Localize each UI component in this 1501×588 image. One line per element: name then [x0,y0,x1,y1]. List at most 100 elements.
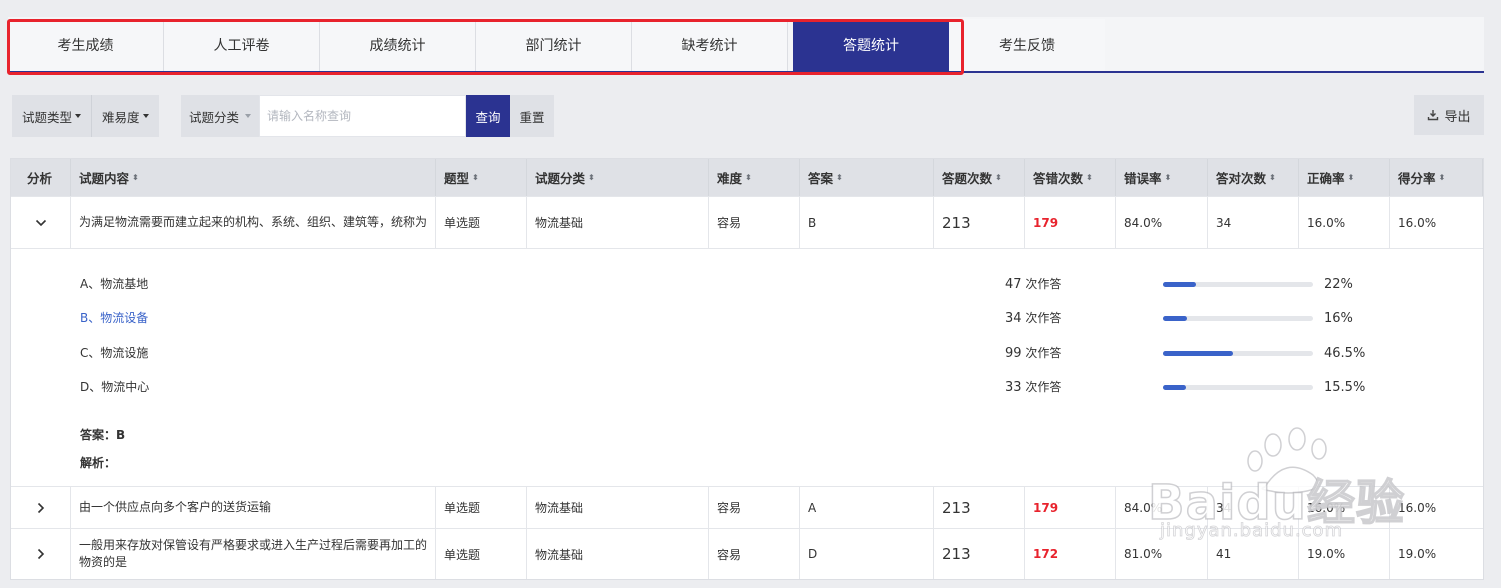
chevron-right-icon [37,548,44,560]
question-type-dropdown[interactable]: 试题类型 [12,95,92,137]
col-correct-rate[interactable]: 正确率 ⬍ [1299,159,1390,196]
option-c-percent: 46.5% [1324,346,1366,361]
chevron-right-icon [37,502,44,513]
filter-group-left: 试题类型 难易度 [12,95,159,137]
col-qtype[interactable]: 题型 ⬍ [436,159,527,196]
question-difficulty: 容易 [709,197,800,248]
tab-manual-grading[interactable]: 人工评卷 [164,19,320,71]
question-difficulty: 容易 [709,487,800,528]
option-b-progress [1163,316,1313,321]
table-row: 由一个供应点向多个客户的送货运输 单选题 物流基础 容易 A 213 179 8… [11,487,1483,529]
col-category[interactable]: 试题分类 ⬍ [527,159,709,196]
col-attempts[interactable]: 答题次数 ⬍ [934,159,1025,196]
option-b-percent: 16% [1324,311,1353,326]
question-type: 单选题 [436,487,527,528]
difficulty-dropdown[interactable]: 难易度 [91,95,159,137]
error-rate: 84.0% [1116,197,1208,248]
question-difficulty: 容易 [709,529,800,579]
sort-icon: ⬍ [1269,173,1276,182]
question-type: 单选题 [436,197,527,248]
wrong-count: 172 [1025,529,1116,579]
tab-exam-scores[interactable]: 考生成绩 [8,19,164,71]
col-error-rate[interactable]: 错误率 ⬍ [1116,159,1208,196]
sort-icon: ⬍ [1438,173,1446,182]
question-category: 物流基础 [527,197,709,248]
col-difficulty[interactable]: 难度 ⬍ [709,159,800,196]
attempt-count: 213 [934,487,1025,528]
question-answer: D [800,529,934,579]
sort-icon: ⬍ [995,173,1002,182]
table-row: 一般用来存放对保管设有严格要求或进入生产过程后需要再加工的物资的是 单选题 物流… [11,529,1483,579]
export-label: 导出 [1444,109,1471,125]
option-c-progress [1163,351,1313,356]
score-rate: 19.0% [1398,547,1437,561]
search-input[interactable] [259,95,467,137]
col-content[interactable]: 试题内容 ⬍ [71,159,436,196]
col-right[interactable]: 答对次数 ⬍ [1208,159,1299,196]
option-d: D、物流中心 [80,380,150,394]
category-dropdown[interactable]: 试题分类 [181,95,260,137]
question-answer: A [800,487,934,528]
option-a: A、物流基地 [80,277,149,291]
sort-icon: ⬍ [1347,173,1355,182]
query-button[interactable]: 查询 [466,95,511,137]
expand-toggle[interactable] [11,529,71,579]
table-row: 为满足物流需要而建立起来的机构、系统、组织、建筑等，统称为 单选题 物流基础 容… [11,197,1483,249]
sort-icon: ⬍ [588,173,595,182]
table-header-row: 分析 试题内容 ⬍ 题型 ⬍ 试题分类 ⬍ 难度 ⬍ 答案 ⬍ 答题次数 ⬍ 答错次数 ⬍ 错… [11,159,1483,197]
question-type: 单选题 [436,529,527,579]
question-answer: B [800,197,934,248]
option-a-percent: 22% [1324,277,1353,292]
sort-icon: ⬍ [836,173,843,182]
sort-icon: ⬍ [745,173,752,182]
export-button[interactable]: 导出 [1414,95,1484,135]
difficulty-label: 难易度 [102,109,140,125]
question-content: 为满足物流需要而建立起来的机构、系统、组织、建筑等，统称为 [71,197,436,248]
option-c: C、物流设施 [80,346,149,360]
attempt-count: 213 [934,529,1025,579]
caret-down-icon [142,114,149,118]
caret-down-icon [75,114,82,118]
score-rate: 16.0% [1398,215,1437,230]
sort-icon: ⬍ [132,173,139,182]
chevron-down-icon [35,219,46,226]
sort-icon: ⬍ [1086,173,1093,182]
correct-rate: 16.0% [1299,197,1390,248]
tab-answer-stats[interactable]: 答题统计 [793,19,949,71]
col-score-rate[interactable]: 得分率 ⬍ [1390,159,1483,196]
search-group: 试题分类 查询 重置 [181,95,555,137]
download-icon [1428,110,1439,121]
option-d-count: 33 次作答 [1005,380,1062,395]
question-category: 物流基础 [527,529,709,579]
expand-toggle[interactable] [11,487,71,528]
right-count: 41 [1208,529,1299,579]
correct-rate: 16.0% [1299,487,1390,528]
correct-rate: 19.0% [1299,529,1390,579]
tab-department-stats[interactable]: 部门统计 [476,19,632,71]
option-a-count: 47 次作答 [1005,277,1062,292]
tab-feedback[interactable]: 考生反馈 [949,19,1105,71]
tab-score-stats[interactable]: 成绩统计 [320,19,476,71]
col-answer[interactable]: 答案 ⬍ [800,159,934,196]
analysis-line: 解析： [80,456,117,470]
col-wrong[interactable]: 答错次数 ⬍ [1025,159,1116,196]
expand-toggle[interactable] [11,197,71,248]
question-detail-panel: A、物流基地 47 次作答 22% B、物流设备 34 次作答 16% C、物流… [11,249,1483,487]
reset-button[interactable]: 重置 [510,95,555,137]
option-d-percent: 15.5% [1324,380,1366,395]
tab-absence-stats[interactable]: 缺考统计 [632,19,788,71]
wrong-count: 179 [1025,487,1116,528]
option-b: B、物流设备 [80,311,149,325]
option-d-progress [1163,385,1313,390]
question-category: 物流基础 [527,487,709,528]
sort-icon: ⬍ [1164,173,1172,182]
question-content: 一般用来存放对保管设有严格要求或进入生产过程后需要再加工的物资的是 [71,529,436,579]
wrong-count: 179 [1025,197,1116,248]
score-rate: 16.0% [1398,500,1437,515]
answer-line: 答案：B [80,428,126,442]
category-label: 试题分类 [189,109,240,125]
tab-bar: 考生成绩 人工评卷 成绩统计 部门统计 缺考统计 答题统计 考生反馈 [8,17,1484,73]
caret-down-icon [245,114,252,118]
option-b-count: 34 次作答 [1005,311,1062,326]
attempt-count: 213 [934,197,1025,248]
